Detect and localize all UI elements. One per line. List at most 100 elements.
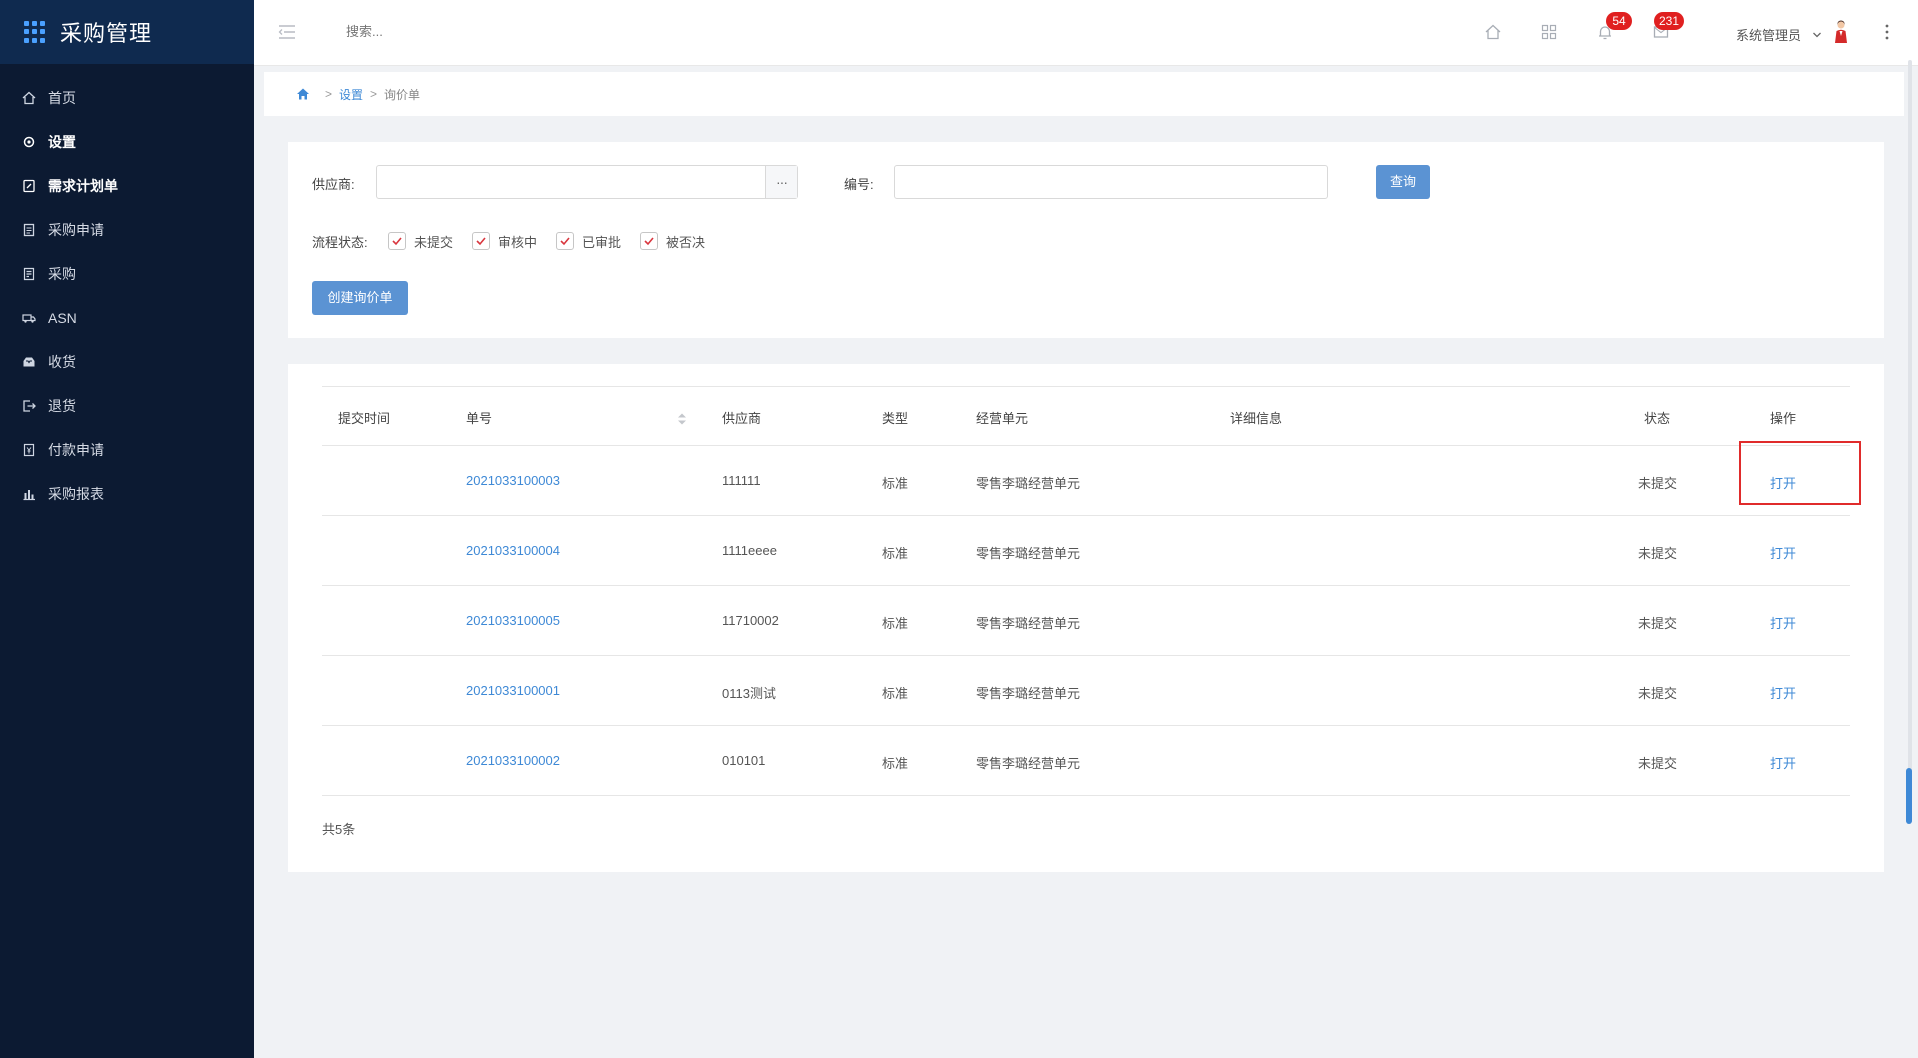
- cell-status: 未提交: [1638, 476, 1678, 491]
- status-checkbox-approved[interactable]: 已审批: [556, 232, 621, 250]
- menu-toggle-icon[interactable]: [278, 24, 296, 40]
- cell-code-link[interactable]: 2021033100005: [466, 613, 560, 628]
- cell-unit: 零售李璐经营单元: [976, 686, 1081, 701]
- cell-supplier: 111111: [722, 473, 761, 488]
- sort-icon[interactable]: [676, 411, 688, 427]
- create-inquiry-button[interactable]: 创建询价单: [312, 281, 408, 315]
- more-vertical-icon[interactable]: [1884, 22, 1890, 42]
- cell-unit: 零售李璐经营单元: [976, 476, 1081, 491]
- cell-type: 标准: [882, 686, 909, 701]
- bar-chart-icon: [22, 487, 36, 501]
- checkbox-checked-icon[interactable]: [388, 232, 406, 250]
- user-name[interactable]: 系统管理员: [1736, 25, 1801, 44]
- open-link[interactable]: 打开: [1770, 543, 1796, 562]
- sidebar-item-label: 首页: [48, 90, 76, 106]
- sidebar-item-label: 付款申请: [48, 442, 104, 458]
- table-row: 2021033100004 1111eeee 标准 零售李璐经营单元 未提交 打…: [322, 516, 1850, 586]
- checkbox-label: 已审批: [582, 234, 622, 250]
- checkbox-checked-icon[interactable]: [556, 232, 574, 250]
- page-scrollbar-thumb[interactable]: [1906, 768, 1912, 824]
- sidebar-item-purchase-request[interactable]: 采购申请: [0, 208, 254, 252]
- sidebar-item-home[interactable]: 首页: [0, 76, 254, 120]
- home-icon[interactable]: [1484, 23, 1502, 41]
- breadcrumb-separator: >: [325, 87, 333, 101]
- checkbox-checked-icon[interactable]: [640, 232, 658, 250]
- message-badge: 231: [1654, 12, 1685, 30]
- supplier-picker-button[interactable]: ···: [765, 166, 797, 198]
- sidebar-item-label: 需求计划单: [48, 178, 118, 194]
- cell-type: 标准: [882, 476, 909, 491]
- checkbox-checked-icon[interactable]: [472, 232, 490, 250]
- sidebar-item-label: 退货: [48, 398, 76, 414]
- sidebar-header: 采购管理: [0, 0, 254, 64]
- status-checkbox-unsubmitted[interactable]: 未提交: [388, 232, 453, 250]
- column-header[interactable]: 操作: [1770, 408, 1796, 427]
- sidebar-item-demand-plan[interactable]: 需求计划单: [0, 164, 254, 208]
- cell-supplier: 1111eeee: [722, 543, 777, 558]
- breadcrumb-settings-link[interactable]: 设置: [339, 86, 363, 103]
- app-grid-icon[interactable]: [24, 21, 46, 43]
- top-header: 54 231 系统管理员: [254, 0, 1918, 66]
- table-header: 提交时间 单号 供应商 类型 经营单元 详细信息 状态 操作: [322, 386, 1850, 446]
- cell-code-link[interactable]: 2021033100004: [466, 543, 560, 558]
- status-label: 流程状态:: [312, 235, 368, 250]
- column-header[interactable]: 经营单元: [976, 408, 1028, 427]
- results-panel: 提交时间 单号 供应商 类型 经营单元 详细信息 状态 操作 202103310…: [288, 364, 1884, 872]
- cell-supplier: 0113测试: [722, 686, 776, 701]
- edit-doc-icon: [22, 179, 36, 193]
- sidebar-item-purchase-report[interactable]: 采购报表: [0, 472, 254, 516]
- column-header[interactable]: 类型: [882, 408, 908, 427]
- sidebar-item-payment-request[interactable]: 付款申请: [0, 428, 254, 472]
- code-label: 编号:: [844, 177, 874, 192]
- cell-status: 未提交: [1638, 756, 1678, 771]
- query-button[interactable]: 查询: [1376, 165, 1430, 199]
- apps-grid-icon[interactable]: [1540, 23, 1558, 41]
- column-header[interactable]: 状态: [1644, 408, 1670, 427]
- filter-panel: 供应商: ··· 编号: 查询 流程状态: 未提交 审核中 已审批 被否决 创建…: [288, 142, 1884, 338]
- gear-icon: [22, 135, 36, 149]
- cell-status: 未提交: [1638, 686, 1678, 701]
- column-header[interactable]: 供应商: [722, 408, 761, 427]
- sidebar-item-label: 收货: [48, 354, 76, 370]
- open-link[interactable]: 打开: [1770, 473, 1796, 492]
- sidebar-item-label: 采购: [48, 266, 76, 282]
- open-link[interactable]: 打开: [1770, 753, 1796, 772]
- column-header[interactable]: 单号: [466, 408, 492, 427]
- truck-icon: [22, 311, 36, 325]
- page-scrollbar-track[interactable]: [1908, 60, 1912, 820]
- avatar[interactable]: [1832, 20, 1850, 44]
- breadcrumb-separator: >: [370, 87, 378, 101]
- sidebar-item-returns[interactable]: 退货: [0, 384, 254, 428]
- search-input[interactable]: [346, 24, 566, 39]
- supplier-field[interactable]: ···: [376, 165, 798, 199]
- status-checkbox-reviewing[interactable]: 审核中: [472, 232, 537, 250]
- code-field[interactable]: [894, 165, 1328, 199]
- sidebar-item-settings[interactable]: 设置: [0, 120, 254, 164]
- payment-doc-icon: [22, 443, 36, 457]
- cell-unit: 零售李璐经营单元: [976, 616, 1081, 631]
- breadcrumb-current: 询价单: [384, 87, 421, 102]
- inbox-icon: [22, 355, 36, 369]
- open-link[interactable]: 打开: [1770, 613, 1796, 632]
- table-row: 2021033100005 11710002 标准 零售李璐经营单元 未提交 打…: [322, 586, 1850, 656]
- total-count: 共5条: [322, 822, 356, 837]
- status-checkbox-rejected[interactable]: 被否决: [640, 232, 705, 250]
- cell-code-link[interactable]: 2021033100001: [466, 683, 560, 698]
- sidebar-item-asn[interactable]: ASN: [0, 296, 254, 340]
- sidebar-item-receiving[interactable]: 收货: [0, 340, 254, 384]
- column-header[interactable]: 详细信息: [1230, 408, 1282, 427]
- home-icon[interactable]: [296, 87, 310, 101]
- cell-code-link[interactable]: 2021033100003: [466, 473, 560, 488]
- sidebar-item-label: 设置: [48, 134, 76, 150]
- cell-type: 标准: [882, 756, 909, 771]
- open-link[interactable]: 打开: [1770, 683, 1796, 702]
- cell-code-link[interactable]: 2021033100002: [466, 753, 560, 768]
- table-row: 2021033100002 010101 标准 零售李璐经营单元 未提交 打开: [322, 726, 1850, 796]
- sidebar-item-purchase[interactable]: 采购: [0, 252, 254, 296]
- breadcrumb: > 设置 > 询价单: [264, 72, 1904, 116]
- column-header[interactable]: 提交时间: [338, 408, 390, 427]
- app-title: 采购管理: [60, 21, 153, 46]
- notification-badge: 54: [1606, 12, 1632, 30]
- chevron-down-icon[interactable]: [1812, 27, 1822, 38]
- cell-status: 未提交: [1638, 546, 1678, 561]
